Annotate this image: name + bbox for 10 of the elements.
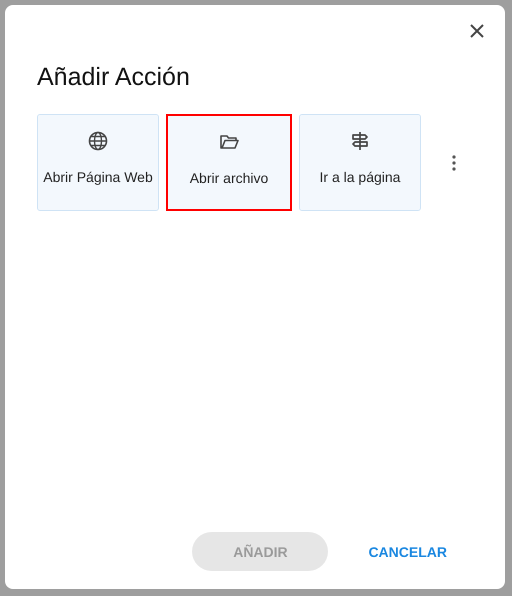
folder-icon [219, 132, 239, 152]
close-icon[interactable] [469, 23, 485, 39]
dialog-title: Añadir Acción [37, 63, 191, 92]
action-card[interactable]: Abrir archivo [166, 114, 292, 211]
globe-icon [88, 131, 108, 151]
signpost-icon [350, 131, 370, 151]
cancel-button[interactable]: CANCELAR [368, 540, 447, 564]
action-card[interactable]: Abrir Página Web [37, 114, 159, 211]
more-options-icon[interactable] [450, 152, 458, 172]
action-card[interactable]: Ir a la página [299, 114, 421, 211]
